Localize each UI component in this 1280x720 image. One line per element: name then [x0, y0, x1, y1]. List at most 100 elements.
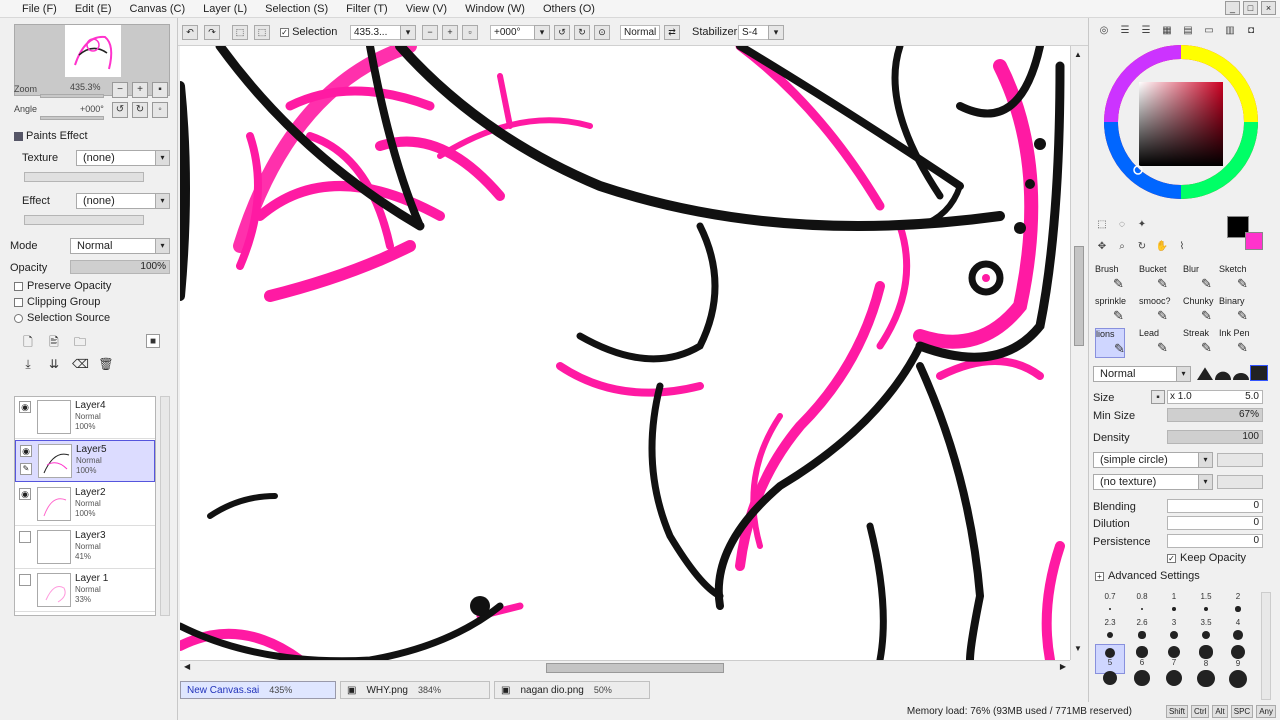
canvas-tab[interactable]: New Canvas.sai 435% — [180, 681, 336, 699]
zoom-slider[interactable] — [40, 94, 104, 98]
scroll-up-icon[interactable]: ▲ — [1074, 50, 1082, 59]
tool-blur[interactable]: Blur ✎ — [1183, 264, 1213, 294]
shape-strength-slider[interactable] — [1217, 453, 1263, 467]
user-swatches-icon[interactable]: ▥ — [1223, 24, 1237, 38]
rotate-right-icon[interactable]: ↻ — [574, 25, 590, 40]
paints-effect-header[interactable]: Paints Effect — [14, 130, 88, 142]
brush-size-preset[interactable] — [1127, 670, 1157, 700]
invert-selection-icon[interactable]: ⬚ — [254, 25, 270, 40]
canvas-horizontal-scrollbar[interactable]: ◀ ▶ — [180, 660, 1070, 674]
size-slider[interactable]: x 1.0 5.0 — [1167, 390, 1263, 404]
tool-ink-pen[interactable]: Ink Pen ✎ — [1219, 328, 1250, 358]
texture-scale-slider[interactable] — [24, 172, 144, 182]
eye-hidden-icon[interactable] — [19, 531, 31, 543]
menu-canvas[interactable]: Canvas (C) — [121, 0, 195, 18]
menu-file[interactable]: File (F) — [0, 0, 66, 18]
stabilizer-field[interactable]: S-4 — [738, 25, 770, 40]
advanced-settings-toggle[interactable]: + Advanced Settings — [1095, 570, 1200, 582]
redo-icon[interactable]: ↷ — [204, 25, 220, 40]
min-size-slider[interactable]: 67% — [1167, 408, 1263, 422]
texture-strength-slider[interactable] — [1217, 475, 1263, 489]
menu-window[interactable]: Window (W) — [456, 0, 534, 18]
tool-sketch[interactable]: Sketch ✎ — [1219, 264, 1249, 294]
close-button[interactable]: × — [1261, 1, 1276, 15]
effect-strength-slider[interactable] — [24, 215, 144, 225]
brush-lock-icon[interactable]: ✎ — [20, 463, 32, 475]
rotate-reset-icon[interactable]: ⊙ — [594, 25, 610, 40]
tip-triangle-icon[interactable] — [1197, 367, 1213, 380]
merge-down-icon[interactable]: ⇊ — [46, 356, 62, 372]
marquee-select-icon[interactable]: ⬚ — [1095, 218, 1109, 232]
brush-size-preset[interactable] — [1191, 670, 1221, 700]
rotate-reset-icon[interactable]: ◦ — [152, 102, 168, 118]
hand-icon[interactable]: ✋ — [1155, 240, 1169, 254]
canvas-horizontal-scroll-thumb[interactable] — [546, 663, 724, 673]
secondary-color-swatch[interactable] — [1245, 232, 1263, 250]
flip-icon[interactable]: ⇄ — [664, 25, 680, 40]
eye-hidden-icon[interactable] — [19, 574, 31, 586]
scroll-down-icon[interactable]: ▼ — [1074, 644, 1082, 653]
dilution-slider[interactable]: 0 — [1167, 516, 1263, 530]
zoom-dropdown-icon[interactable]: ▾ — [400, 25, 416, 40]
eyedropper-icon[interactable]: ⌇ — [1175, 240, 1189, 254]
new-linework-layer-icon[interactable]: 🖹 — [46, 334, 62, 350]
tool-streak[interactable]: Streak ✎ — [1183, 328, 1213, 358]
scroll-right-icon[interactable]: ▶ — [1060, 662, 1066, 671]
clipping-group-option[interactable]: Clipping Group — [14, 296, 100, 308]
tool-smooc[interactable]: smooc? ✎ — [1139, 296, 1171, 326]
new-folder-icon[interactable]: 🗀 — [72, 334, 88, 350]
transfer-down-icon[interactable]: ⤓ — [20, 356, 36, 372]
rotate-left-icon[interactable]: ↺ — [112, 102, 128, 118]
effect-dropdown[interactable]: (none) ▾ — [76, 193, 170, 209]
canvas-vertical-scroll-thumb[interactable] — [1074, 246, 1084, 346]
tool-binary[interactable]: Binary ✎ — [1219, 296, 1249, 326]
brush-size-preset[interactable] — [1159, 670, 1189, 700]
selection-source-option[interactable]: Selection Source — [14, 312, 110, 324]
tool-chunky[interactable]: Chunky ✎ — [1183, 296, 1214, 326]
tip-square-icon[interactable] — [1250, 365, 1268, 381]
eye-icon[interactable]: ◉ — [20, 445, 32, 457]
eye-icon[interactable]: ◉ — [19, 401, 31, 413]
layer-opacity-slider[interactable]: 100% — [70, 260, 170, 274]
menu-selection[interactable]: Selection (S) — [256, 0, 337, 18]
scratchpad-icon[interactable]: ▭ — [1202, 24, 1216, 38]
swatches-icon[interactable]: ▤ — [1181, 24, 1195, 38]
preserve-opacity-option[interactable]: Preserve Opacity — [14, 280, 111, 292]
layer-mask-icon[interactable]: ■ — [146, 334, 160, 348]
tool-lions-selected[interactable]: lions ✎ — [1095, 328, 1125, 358]
blend-mode-field[interactable]: Normal — [620, 25, 660, 40]
move-icon[interactable]: ✥ — [1095, 240, 1109, 254]
delete-layer-icon[interactable]: 🗑 — [98, 356, 114, 372]
density-slider[interactable]: 100 — [1167, 430, 1263, 444]
zoom-field[interactable]: 435.3... — [350, 25, 402, 40]
keep-opacity-option[interactable]: ✓ Keep Opacity — [1167, 552, 1246, 564]
zoom-icon[interactable]: ⌕ — [1115, 240, 1129, 254]
magic-wand-icon[interactable]: ✦ — [1135, 218, 1149, 232]
clear-layer-icon[interactable]: ⌫ — [72, 356, 89, 372]
tool-sprinkle[interactable]: sprinkle ✎ — [1095, 296, 1126, 326]
preserve-opacity-checkbox[interactable] — [14, 281, 23, 291]
menu-layer[interactable]: Layer (L) — [194, 0, 256, 18]
eye-icon[interactable]: ◉ — [19, 488, 31, 500]
keep-opacity-checkbox[interactable]: ✓ — [1167, 553, 1176, 563]
menu-filter[interactable]: Filter (T) — [337, 0, 397, 18]
tool-bucket[interactable]: Bucket ✎ — [1139, 264, 1169, 294]
layer-row[interactable]: ◉ Layer2 Normal 100% — [15, 484, 155, 526]
selection-source-radio[interactable] — [14, 313, 23, 323]
persistence-slider[interactable]: 0 — [1167, 534, 1263, 548]
brush-size-preset[interactable] — [1223, 670, 1253, 700]
menu-others[interactable]: Others (O) — [534, 0, 604, 18]
layer-row[interactable]: Layer 1 Normal 33% — [15, 570, 155, 612]
layer-row[interactable]: Layer3 Normal 41% — [15, 527, 155, 569]
zoom-in-icon[interactable]: + — [442, 25, 458, 40]
zoom-in-icon[interactable]: + — [132, 82, 148, 98]
tool-brush[interactable]: Brush ✎ — [1095, 264, 1125, 294]
color-wheel[interactable] — [1101, 42, 1261, 202]
size-multiplier-icon[interactable]: ▪ — [1151, 390, 1165, 404]
minimize-button[interactable]: _ — [1225, 1, 1240, 15]
new-layer-icon[interactable]: 🗋 — [20, 334, 36, 350]
brush-shape-dropdown[interactable]: (simple circle) ▾ — [1093, 452, 1213, 468]
brush-texture-dropdown[interactable]: (no texture) ▾ — [1093, 474, 1213, 490]
color-palette-icon[interactable]: ▦ — [1160, 24, 1174, 38]
maximize-button[interactable]: □ — [1243, 1, 1258, 15]
